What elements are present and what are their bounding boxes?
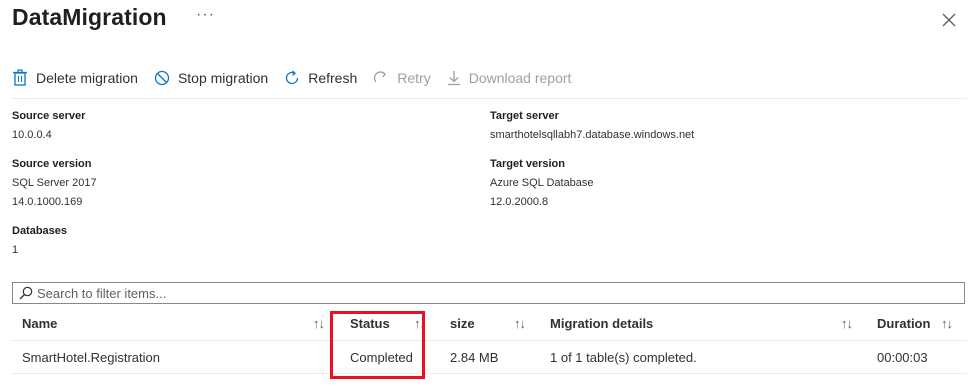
search-box (12, 282, 965, 304)
retry-icon (374, 71, 387, 83)
source-version-number: 14.0.1000.169 (12, 196, 83, 208)
target-version-name: Azure SQL Database (490, 177, 594, 189)
toolbar-divider (12, 98, 967, 99)
close-icon (942, 13, 956, 27)
source-server-value: 10.0.0.4 (12, 129, 52, 141)
databases-label: Databases (12, 225, 68, 237)
refresh-icon (286, 70, 299, 85)
column-header-size[interactable]: size (450, 316, 475, 331)
refresh-label: Refresh (308, 70, 358, 86)
trash-icon (13, 69, 27, 86)
retry-button[interactable]: Retry (373, 70, 431, 86)
status-highlight-box (330, 311, 425, 379)
download-report-label: Download report (468, 70, 572, 86)
table-row-divider (12, 373, 967, 374)
refresh-button[interactable]: Refresh (284, 70, 357, 86)
search-input[interactable] (33, 285, 937, 301)
column-header-name[interactable]: Name (22, 316, 57, 331)
sort-migration-details-icon[interactable]: ↑↓ (841, 316, 853, 331)
cell-migration-details: 1 of 1 table(s) completed. (550, 350, 697, 365)
close-button[interactable] (938, 9, 960, 31)
page-title: DataMigration (12, 4, 167, 30)
search-icon (19, 286, 33, 300)
cell-name: SmartHotel.Registration (22, 350, 160, 365)
cell-duration: 00:00:03 (877, 350, 928, 365)
source-version-name: SQL Server 2017 (12, 177, 97, 189)
delete-migration-button[interactable]: Delete migration (12, 69, 138, 87)
target-version-number: 12.0.2000.8 (490, 196, 549, 208)
target-server-value: smarthotelsqllabh7.database.windows.net (490, 129, 695, 141)
sort-duration-icon[interactable]: ↑↓ (941, 316, 953, 331)
command-bar: Delete migration Stop migration Refresh … (12, 64, 587, 92)
stop-migration-button[interactable]: Stop migration (154, 70, 268, 86)
target-server-label: Target server (490, 110, 559, 122)
stop-icon (154, 70, 170, 86)
source-version-label: Source version (12, 158, 92, 170)
target-version-label: Target version (490, 158, 565, 170)
delete-migration-label: Delete migration (36, 70, 138, 86)
sort-size-icon[interactable]: ↑↓ (514, 316, 526, 331)
more-options-button[interactable]: ··· (196, 6, 215, 24)
retry-label: Retry (397, 70, 431, 86)
cell-size: 2.84 MB (450, 350, 499, 365)
source-server-label: Source server (12, 110, 86, 122)
stop-migration-label: Stop migration (177, 70, 269, 86)
column-header-migration-details[interactable]: Migration details (550, 316, 653, 331)
download-report-button[interactable]: Download report (447, 70, 572, 86)
databases-value: 1 (12, 244, 19, 256)
download-icon (447, 71, 460, 86)
sort-name-icon[interactable]: ↑↓ (313, 316, 325, 331)
table-header-divider (12, 340, 967, 341)
column-header-duration[interactable]: Duration (877, 316, 930, 331)
